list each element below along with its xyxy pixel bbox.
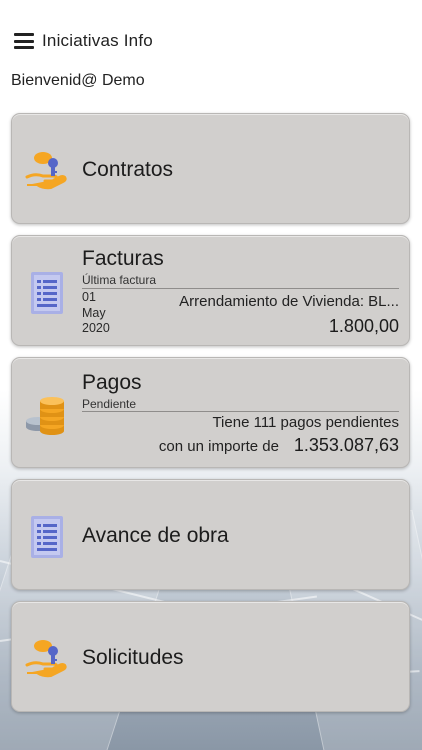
pagos-label: Pagos — [82, 371, 142, 394]
pagos-sublabel: Pendiente — [82, 397, 137, 411]
facturas-sublabel: Última factura — [82, 273, 157, 287]
contratos-card[interactable]: Contratos — [11, 113, 410, 224]
pending-amount: 1.353.087,63 — [293, 435, 399, 455]
contratos-label: Contratos — [82, 158, 174, 181]
avance-obra-card[interactable]: Avance de obra — [11, 479, 410, 590]
coins-icon — [22, 388, 72, 442]
pending-payments-text: Tiene 111 pagos pendientes — [212, 414, 399, 431]
facturas-card[interactable]: Facturas Última factura 01 May 2020 Arre… — [11, 235, 410, 346]
document-icon — [22, 266, 72, 320]
invoice-month: May — [82, 305, 106, 320]
facturas-divider — [82, 288, 399, 289]
invoice-description: Arrendamiento de Vivienda: BL... — [179, 293, 399, 310]
solicitudes-card[interactable]: Solicitudes — [11, 601, 410, 712]
invoice-date: 01 May 2020 — [82, 290, 110, 337]
app-title: Iniciativas Info — [42, 31, 153, 50]
document-icon — [22, 510, 72, 564]
invoice-year: 2020 — [82, 321, 110, 335]
avance-obra-label: Avance de obra — [82, 524, 229, 547]
hamburger-menu-icon[interactable] — [14, 33, 34, 49]
pagos-card[interactable]: Pagos Pendiente Tiene 111 pagos pendient… — [11, 357, 410, 468]
invoice-amount: 1.800,00 — [328, 316, 399, 336]
hand-key-icon — [22, 630, 72, 684]
hand-key-icon — [22, 142, 72, 196]
app-header: Iniciativas Info — [0, 26, 422, 56]
solicitudes-label: Solicitudes — [82, 646, 184, 669]
invoice-day: 01 — [82, 290, 96, 304]
facturas-label: Facturas — [82, 247, 164, 270]
amount-prefix-text: con un importe de — [158, 438, 279, 455]
pagos-divider — [82, 411, 399, 412]
welcome-text: Bienvenid@ Demo — [11, 72, 145, 89]
